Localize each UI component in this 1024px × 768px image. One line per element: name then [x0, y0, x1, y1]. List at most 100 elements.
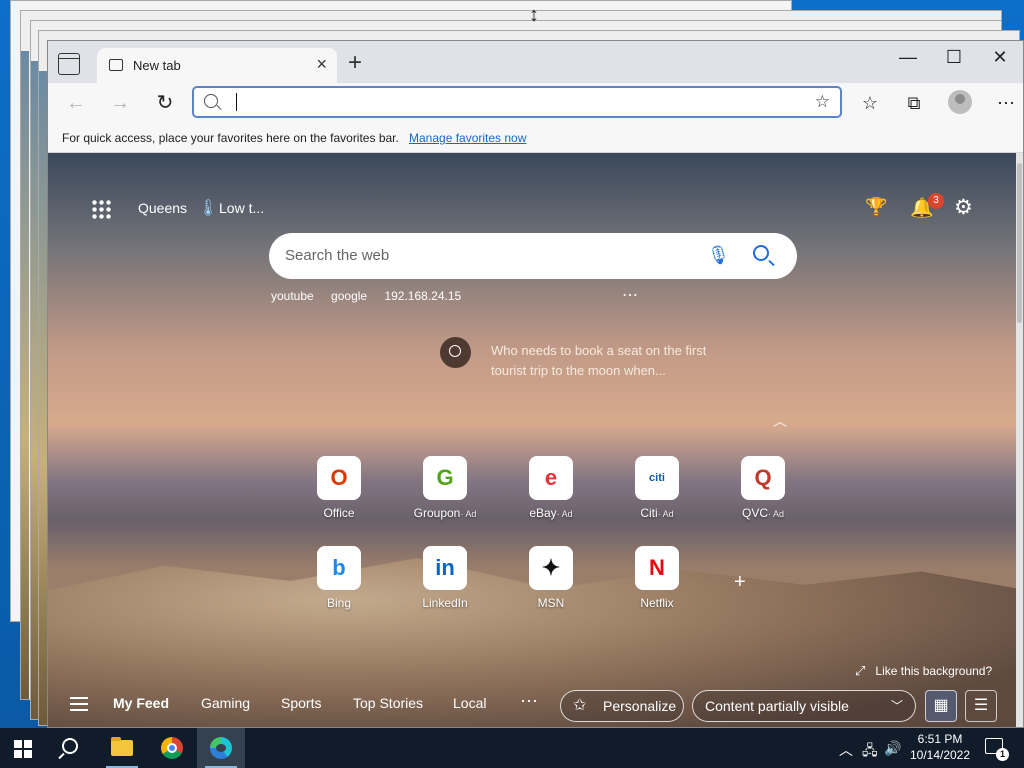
search-icon [204, 94, 218, 108]
favorites-icon[interactable]: ☆ [856, 89, 884, 117]
quick-link-tile[interactable]: N Netflix [617, 546, 697, 610]
promo-search-icon[interactable] [440, 337, 471, 368]
feed-tab-my-feed[interactable]: My Feed [113, 695, 169, 711]
close-window-button[interactable]: ✕ [977, 41, 1023, 73]
quick-link-name: LinkedIn [422, 596, 468, 610]
refresh-button[interactable]: ↻ [151, 89, 179, 117]
quick-link-name: Office [323, 506, 355, 520]
quick-link-label: Groupon· Ad [405, 506, 485, 520]
tab-new-tab[interactable]: New tab × [97, 48, 337, 83]
new-tab-button[interactable]: + [343, 49, 367, 77]
feed-tab-sports[interactable]: Sports [281, 695, 321, 711]
tab-actions-icon[interactable] [58, 53, 80, 75]
quick-link-label: QVC· Ad [723, 506, 803, 520]
collections-icon[interactable]: ⧉ [900, 89, 928, 117]
quick-link-name: Netflix [640, 596, 674, 610]
taskbar-search-icon[interactable] [62, 738, 78, 754]
add-quick-link-icon[interactable]: + [734, 571, 746, 594]
personalize-button[interactable]: ✩ Personalize [560, 690, 684, 722]
quick-link-tile[interactable]: O Office [299, 456, 379, 520]
add-favorite-icon[interactable]: ☆ [815, 92, 830, 112]
tray-chevron-up-icon[interactable]: ︿ [839, 740, 853, 760]
ad-marker: · Ad [556, 509, 573, 519]
app-launcher-icon[interactable] [91, 199, 111, 219]
quick-link-tile[interactable]: Q QVC· Ad [723, 456, 803, 520]
address-input[interactable] [234, 92, 794, 112]
weather-summary[interactable]: Low t... [219, 200, 264, 216]
search-history-chip[interactable]: 192.168.24.15 [384, 289, 461, 303]
maximize-button[interactable]: ☐ [931, 41, 977, 73]
manage-favorites-link[interactable]: Manage favorites now [409, 131, 526, 145]
page-settings-gear-icon[interactable]: ⚙ [954, 195, 973, 220]
taskbar: ︿ 🖧 🔊 6:51 PM 10/14/2022 1 [0, 728, 1024, 768]
feed-tab-local[interactable]: Local [453, 695, 486, 711]
quick-link-label: LinkedIn [405, 596, 485, 610]
collapse-chevron-icon[interactable]: ︿ [773, 411, 787, 431]
start-windows-icon[interactable] [14, 740, 32, 758]
quick-link-name: QVC [741, 506, 768, 520]
quick-link-tile[interactable]: b Bing [299, 546, 379, 610]
back-button[interactable]: ← [62, 89, 90, 117]
quick-link-tile[interactable]: e eBay· Ad [511, 456, 591, 520]
ad-marker: · Ad [768, 509, 785, 519]
quick-link-label: MSN [511, 596, 591, 610]
promo-headline[interactable]: Who needs to book a seat on the first to… [491, 341, 741, 381]
vertical-scrollbar[interactable] [1016, 153, 1023, 727]
quick-link-label: Office [299, 506, 379, 520]
quick-link-icon: O [317, 456, 361, 500]
clock-date: 10/14/2022 [909, 748, 971, 762]
quick-link-icon: N [635, 546, 679, 590]
quick-link-label: Netflix [617, 596, 697, 610]
action-center-badge: 1 [996, 748, 1009, 761]
edge-button[interactable] [197, 728, 245, 768]
web-search-placeholder: Search the web [285, 247, 390, 264]
forward-button[interactable]: → [106, 89, 134, 117]
ad-marker: · Ad [460, 509, 477, 519]
rewards-icon[interactable]: 🏆 [865, 197, 887, 218]
favorites-bar-message: For quick access, place your favorites h… [62, 131, 399, 145]
like-background-link[interactable]: ⤢ Like this background? [855, 663, 992, 679]
chrome-button[interactable] [148, 728, 196, 768]
more-menu-icon[interactable]: ⋯ [992, 89, 1020, 117]
personalize-label: Personalize [603, 698, 677, 714]
scrollbar-thumb[interactable] [1017, 163, 1022, 323]
web-search-box[interactable]: Search the web 🎙 [269, 233, 797, 279]
content-visibility-value: Content partially visible [705, 698, 849, 714]
search-history-more-icon[interactable]: ⋯ [622, 285, 640, 305]
minimize-button[interactable]: — [885, 41, 931, 73]
file-explorer-button[interactable] [98, 728, 146, 768]
browser-toolbar: ← → ↻ ☆ ☆ ⧉ ⋯ [48, 83, 1023, 123]
quick-link-tile[interactable]: citi Citi· Ad [617, 456, 697, 520]
quick-link-label: Citi· Ad [617, 506, 697, 520]
network-icon[interactable]: 🖧 [862, 740, 878, 764]
clock[interactable]: 6:51 PM 10/14/2022 [904, 731, 976, 763]
close-tab-icon[interactable]: × [316, 54, 327, 75]
volume-icon[interactable]: 🔊 [884, 740, 901, 757]
resize-cursor-icon: ↕ [529, 4, 539, 26]
microphone-icon[interactable]: 🎙 [707, 245, 730, 266]
feed-tab-top-stories[interactable]: Top Stories [353, 695, 423, 711]
quick-link-icon: b [317, 546, 361, 590]
quick-link-label: eBay· Ad [511, 506, 591, 520]
content-visibility-dropdown[interactable]: Content partially visible ﹀ [692, 690, 916, 722]
address-bar[interactable]: ☆ [192, 86, 842, 118]
quick-link-tile[interactable]: ✦ MSN [511, 546, 591, 610]
weather-location[interactable]: Queens [138, 200, 187, 216]
search-history-chip[interactable]: youtube [271, 289, 314, 303]
notification-badge: 3 [928, 193, 944, 209]
web-search-icon[interactable] [753, 245, 769, 261]
thermometer-icon: 🌡 [198, 200, 219, 217]
quick-link-name: Bing [326, 596, 352, 610]
search-history-chip[interactable]: google [331, 289, 367, 303]
list-layout-button[interactable]: ☰ [965, 690, 997, 722]
profile-avatar[interactable] [948, 90, 972, 114]
feed-tab-gaming[interactable]: Gaming [201, 695, 250, 711]
quick-link-tile[interactable]: G Groupon· Ad [405, 456, 485, 520]
expand-icon: ⤢ [855, 663, 866, 678]
feed-more-icon[interactable]: ⋯ [520, 691, 540, 712]
text-caret [236, 93, 237, 111]
quick-link-tile[interactable]: in LinkedIn [405, 546, 485, 610]
grid-layout-button[interactable]: ▦ [925, 690, 957, 722]
feed-menu-icon[interactable] [70, 697, 88, 711]
quick-link-icon: e [529, 456, 573, 500]
